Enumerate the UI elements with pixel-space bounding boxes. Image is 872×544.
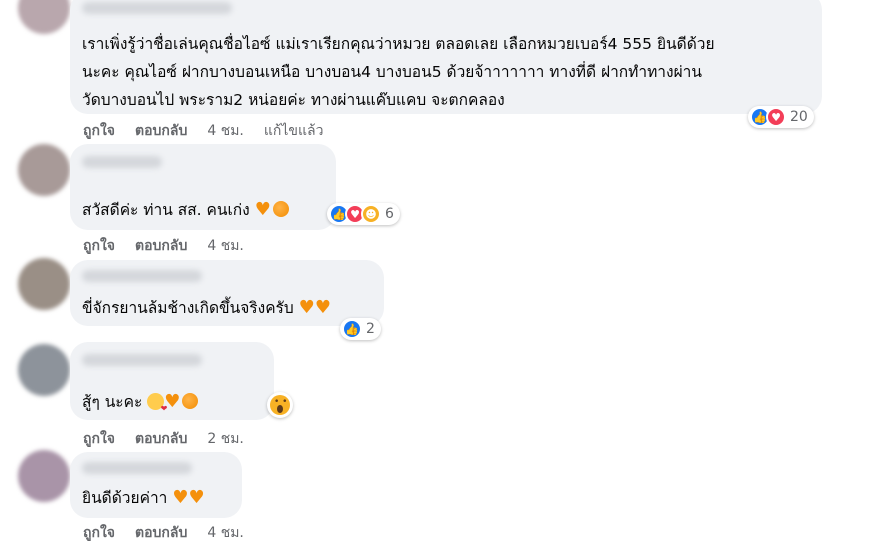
comment-text-content: สู้ๆ นะคะ (82, 393, 143, 411)
tangerine-icon (182, 393, 199, 409)
reaction-summary[interactable]: 👍 ♥ 20 (748, 106, 814, 128)
reaction-count: 2 (366, 321, 375, 337)
timestamp[interactable]: 4 ชม. (207, 235, 244, 257)
timestamp[interactable]: 4 ชม. (207, 522, 244, 544)
reaction-count: 6 (385, 206, 394, 222)
orange-heart-icon: ♥ (188, 487, 205, 508)
comment-text-content: สวัสดีค่ะ ท่าน สส. คนเก่ง (82, 201, 250, 219)
comment-bubble: สวัสดีค่ะ ท่าน สส. คนเก่ง ♥ (70, 144, 336, 230)
reply-link[interactable]: ตอบกลับ (135, 522, 187, 544)
comment-actions: ถูกใจ ตอบกลับ 4 ชม. (83, 235, 264, 257)
kissing-heart-icon (147, 393, 167, 423)
comment-author-blurred[interactable] (82, 462, 192, 474)
orange-heart-icon: ♥ (172, 487, 189, 508)
comment-actions: ถูกใจ ตอบกลับ 2 ชม. (83, 428, 264, 450)
reaction-count: 20 (790, 109, 808, 125)
reaction-summary[interactable] (267, 392, 293, 418)
comment-text-content: ขี่จักรยานล้มช้างเกิดขึ้นจริงครับ (82, 299, 294, 317)
reply-link[interactable]: ตอบกลับ (135, 235, 187, 257)
comment-text-content: ยินดีด้วยค่าา (82, 489, 168, 507)
like-link[interactable]: ถูกใจ (83, 120, 115, 142)
reaction-summary[interactable]: 👍 ♥ ☻ 6 (327, 203, 400, 225)
comment-text: ขี่จักรยานล้มช้างเกิดขึ้นจริงครับ ♥♥ (82, 294, 331, 322)
reaction-summary[interactable]: 👍 2 (340, 318, 381, 340)
wow-icon (270, 395, 290, 415)
comment-text-line: วัดบางบอนไป พระราม2 หน่อยค่ะ ทางผ่านแค๊บ… (82, 91, 505, 109)
reply-link[interactable]: ตอบกลับ (135, 428, 187, 450)
comment-author-blurred[interactable] (82, 354, 202, 366)
comment-bubble: เราเพิ่งรู้ว่าชื่อเล่นคุณชื่อไอซ์ แม่เรา… (70, 0, 822, 114)
comment-text-line: เราเพิ่งรู้ว่าชื่อเล่นคุณชื่อไอซ์ แม่เรา… (82, 35, 715, 53)
comment-bubble: สู้ๆ นะคะ ♥ (70, 342, 274, 423)
comment-bubble: ยินดีด้วยค่าา ♥♥ (70, 452, 242, 518)
avatar[interactable] (18, 344, 70, 396)
orange-heart-icon: ♥ (314, 297, 331, 318)
comment-text-line: นะคะ คุณไอซ์ ฝากบางบอนเหนือ บางบอน4 บางบ… (82, 63, 702, 81)
comment-text: สู้ๆ นะคะ ♥ (82, 388, 199, 423)
orange-heart-icon: ♥ (298, 297, 315, 318)
edited-label[interactable]: แก้ไขแล้ว (264, 120, 324, 142)
avatar[interactable] (18, 258, 70, 310)
reply-link[interactable]: ตอบกลับ (135, 120, 187, 142)
timestamp[interactable]: 2 ชม. (207, 428, 244, 450)
like-link[interactable]: ถูกใจ (83, 522, 115, 544)
care-icon: ☻ (361, 204, 381, 224)
like-link[interactable]: ถูกใจ (83, 235, 115, 257)
like-icon: 👍 (342, 319, 362, 339)
comment-author-blurred[interactable] (82, 2, 232, 14)
tangerine-icon (272, 201, 289, 217)
comment-text: สวัสดีค่ะ ท่าน สส. คนเก่ง ♥ (82, 196, 289, 224)
orange-heart-icon: ♥ (254, 199, 271, 220)
comment-actions: ถูกใจ ตอบกลับ 4 ชม. แก้ไขแล้ว (83, 120, 343, 142)
avatar[interactable] (18, 0, 70, 34)
timestamp[interactable]: 4 ชม. (207, 120, 244, 142)
comment-author-blurred[interactable] (82, 270, 202, 282)
comment-text: ยินดีด้วยค่าา ♥♥ (82, 484, 205, 512)
love-icon: ♥ (766, 107, 786, 127)
comment-bubble: ขี่จักรยานล้มช้างเกิดขึ้นจริงครับ ♥♥ (70, 260, 384, 326)
avatar[interactable] (18, 450, 70, 502)
avatar[interactable] (18, 144, 70, 196)
comment-actions: ถูกใจ ตอบกลับ 4 ชม. (83, 522, 264, 544)
comment-author-blurred[interactable] (82, 156, 162, 168)
like-link[interactable]: ถูกใจ (83, 428, 115, 450)
